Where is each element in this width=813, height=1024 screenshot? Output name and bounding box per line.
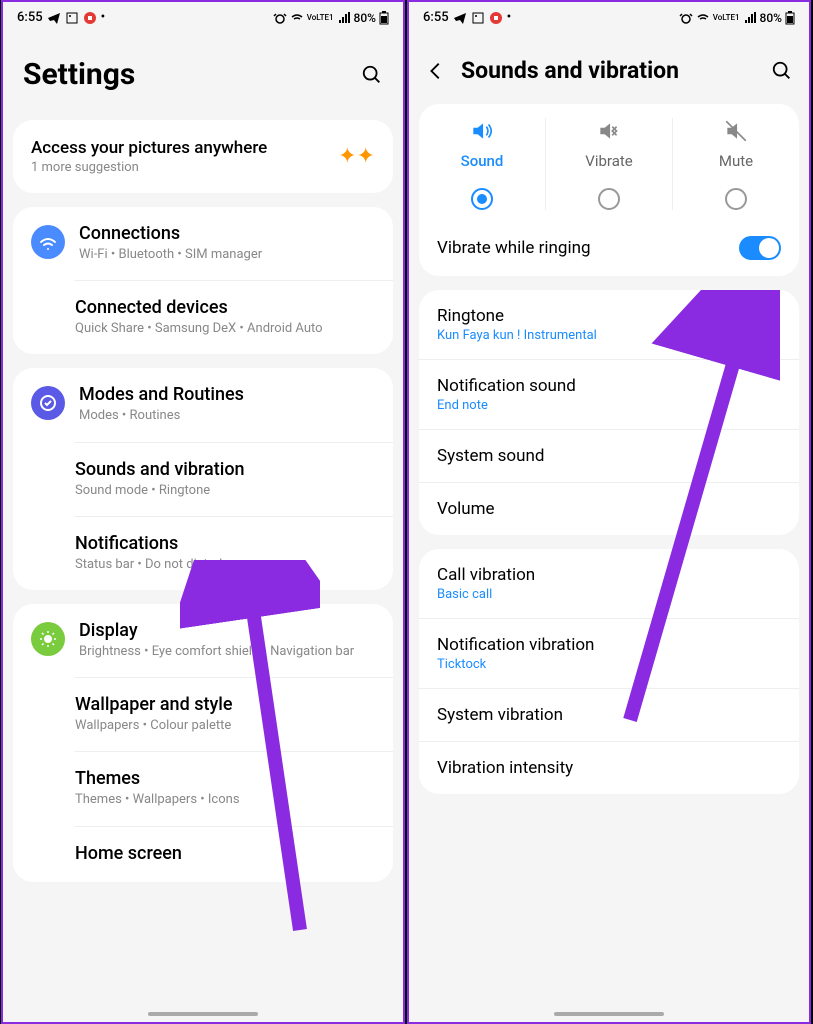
setting-title: Connections <box>79 223 262 244</box>
telegram-icon <box>47 11 61 25</box>
sounds-screen: 6:55 • VoLTE1 80% Sounds and vibration S… <box>407 0 811 1024</box>
item-volume[interactable]: Volume <box>419 482 799 535</box>
setting-home-screen[interactable]: Home screen <box>75 826 393 882</box>
status-time: 6:55 <box>423 10 449 25</box>
settings-screen: 6:55 • VoLTE1 80% Settings Access your p… <box>1 0 405 1024</box>
red-circle-icon <box>489 11 503 25</box>
setting-notifications[interactable]: Notifications Status bar • Do not disturb <box>75 516 393 590</box>
page-title: Sounds and vibration <box>461 57 757 84</box>
setting-connections[interactable]: Connections Wi-Fi • Bluetooth • SIM manag… <box>13 207 393 280</box>
setting-title: Home screen <box>75 843 182 864</box>
sound-mode-selector: Sound Vibrate Mute <box>419 104 799 220</box>
routine-icon <box>31 386 65 420</box>
suggestion-sub: 1 more suggestion <box>31 160 267 175</box>
setting-sub: Status bar • Do not disturb <box>75 556 227 574</box>
setting-sounds-and-vibration[interactable]: Sounds and vibration Sound mode • Rington… <box>75 442 393 516</box>
image-icon <box>65 11 79 25</box>
setting-title: Modes and Routines <box>79 384 244 405</box>
item-title: Call vibration <box>437 565 535 585</box>
search-icon[interactable] <box>361 64 383 86</box>
item-title: Notification sound <box>437 376 576 396</box>
setting-title: Wallpaper and style <box>75 694 233 715</box>
item-system-sound[interactable]: System sound <box>419 429 799 482</box>
alarm-icon <box>273 11 287 25</box>
setting-sub: Sound mode • Ringtone <box>75 482 245 500</box>
display-icon <box>31 622 65 656</box>
battery-icon <box>785 11 795 25</box>
network-label: VoLTE1 <box>307 13 334 22</box>
speaker-icon <box>469 118 495 144</box>
setting-display[interactable]: Display Brightness • Eye comfort shield •… <box>13 604 393 677</box>
item-title: Ringtone <box>437 306 597 326</box>
setting-title: Notifications <box>75 533 227 554</box>
item-sub: Kun Faya kun ! Instrumental <box>437 328 597 343</box>
item-title: System sound <box>437 446 544 466</box>
setting-sub: Wi-Fi • Bluetooth • SIM manager <box>79 246 262 264</box>
nav-handle[interactable] <box>148 1012 258 1016</box>
mute-icon <box>723 118 749 144</box>
setting-title: Sounds and vibration <box>75 459 245 480</box>
sparkle-icon: ✦✦ <box>338 144 375 169</box>
vibrate-ringing-toggle[interactable] <box>739 236 781 260</box>
mode-mute[interactable]: Mute <box>672 118 799 210</box>
item-title: Volume <box>437 499 495 519</box>
setting-sub: Quick Share • Samsung DeX • Android Auto <box>75 320 323 338</box>
radio-sound[interactable] <box>471 188 493 210</box>
setting-sub: Themes • Wallpapers • Icons <box>75 791 240 809</box>
signal-icon <box>743 11 757 25</box>
dot-icon: • <box>101 10 106 25</box>
item-title: System vibration <box>437 705 563 725</box>
setting-title: Connected devices <box>75 297 323 318</box>
item-title: Notification vibration <box>437 635 594 655</box>
battery-text: 80% <box>760 11 782 25</box>
radio-mute[interactable] <box>725 188 747 210</box>
item-sub: Ticktock <box>437 657 594 672</box>
wifi-icon <box>31 225 65 259</box>
network-label: VoLTE1 <box>713 13 740 22</box>
status-bar: 6:55 • VoLTE1 80% <box>3 2 403 33</box>
item-sub: End note <box>437 398 576 413</box>
item-notification-sound[interactable]: Notification sound End note <box>419 359 799 429</box>
page-title: Settings <box>23 57 135 92</box>
dot-icon: • <box>507 10 512 25</box>
item-vibration-intensity[interactable]: Vibration intensity <box>419 741 799 794</box>
setting-sub: Brightness • Eye comfort shield • Naviga… <box>79 643 354 661</box>
setting-modes-and-routines[interactable]: Modes and Routines Modes • Routines <box>13 368 393 441</box>
wifi-icon <box>696 11 710 25</box>
item-title: Vibration intensity <box>437 758 573 778</box>
wifi-icon <box>290 11 304 25</box>
item-notification-vibration[interactable]: Notification vibration Ticktock <box>419 618 799 688</box>
radio-vibrate[interactable] <box>598 188 620 210</box>
mode-vibrate[interactable]: Vibrate <box>545 118 672 210</box>
setting-title: Display <box>79 620 354 641</box>
item-ringtone[interactable]: Ringtone Kun Faya kun ! Instrumental <box>419 290 799 359</box>
battery-text: 80% <box>354 11 376 25</box>
suggestion-title: Access your pictures anywhere <box>31 138 267 158</box>
status-bar: 6:55 • VoLTE1 80% <box>409 2 809 33</box>
item-call-vibration[interactable]: Call vibration Basic call <box>419 549 799 618</box>
image-icon <box>471 11 485 25</box>
telegram-icon <box>453 11 467 25</box>
setting-title: Themes <box>75 768 240 789</box>
item-system-vibration[interactable]: System vibration <box>419 688 799 741</box>
item-sub: Basic call <box>437 587 535 602</box>
search-icon[interactable] <box>771 60 793 82</box>
setting-wallpaper-and-style[interactable]: Wallpaper and style Wallpapers • Colour p… <box>75 677 393 751</box>
nav-handle[interactable] <box>554 1012 664 1016</box>
setting-themes[interactable]: Themes Themes • Wallpapers • Icons <box>75 751 393 825</box>
status-time: 6:55 <box>17 10 43 25</box>
signal-icon <box>337 11 351 25</box>
suggestion-card[interactable]: Access your pictures anywhere 1 more sug… <box>13 120 393 193</box>
vibrate-icon <box>596 118 622 144</box>
setting-sub: Modes • Routines <box>79 407 244 425</box>
back-icon[interactable] <box>425 60 447 82</box>
mode-sound[interactable]: Sound <box>419 118 545 210</box>
setting-sub: Wallpapers • Colour palette <box>75 717 233 735</box>
setting-connected-devices[interactable]: Connected devices Quick Share • Samsung D… <box>75 280 393 354</box>
vibrate-while-ringing-row[interactable]: Vibrate while ringing <box>419 220 799 276</box>
alarm-icon <box>679 11 693 25</box>
battery-icon <box>379 11 389 25</box>
red-circle-icon <box>83 11 97 25</box>
